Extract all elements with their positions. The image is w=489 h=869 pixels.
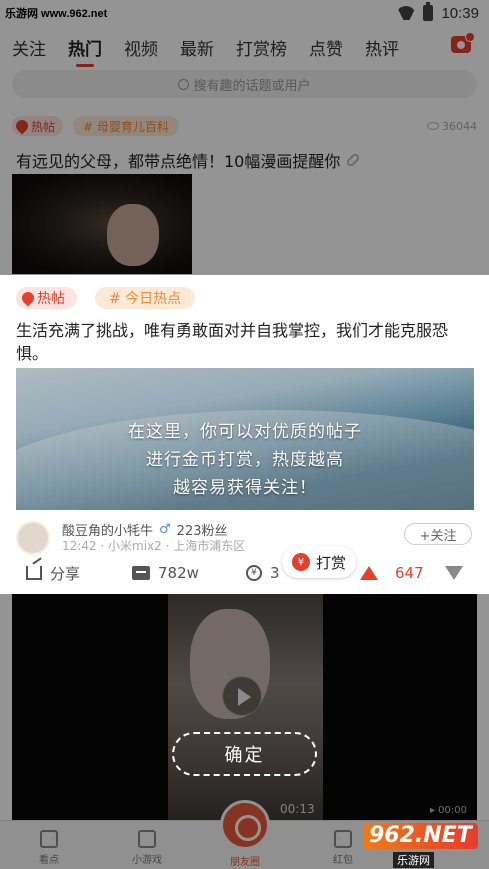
avatar[interactable] — [16, 521, 50, 555]
post1-badges: 热帖 # 母婴育儿百科 36044 — [12, 115, 477, 137]
link-icon — [345, 152, 362, 168]
watermark-bottom-right: 962.NET 乐游网 — [363, 823, 483, 868]
hot-badge: 热帖 — [12, 116, 64, 136]
thumbnail-face — [107, 204, 159, 266]
watermark-top-left: 乐游网 www.962.net — [2, 4, 111, 22]
post2-title[interactable]: 生活充满了挑战，唯有勇敢面对并自我掌控，我们才能克服恐惧。 — [16, 319, 474, 365]
upvote-button[interactable] — [360, 566, 378, 580]
watermark-logo: 962.NET — [363, 823, 478, 849]
gamepad-icon — [138, 830, 156, 848]
topic-badge[interactable]: # 今日热点 — [95, 287, 196, 309]
post1-title-row[interactable]: 有远见的父母，都带点绝情！10幅漫画提醒你 — [16, 148, 362, 172]
video-duration: ▸ 00:00 — [429, 805, 467, 816]
search-placeholder: 搜有趣的话题或用户 — [193, 78, 311, 94]
redpacket-icon — [334, 830, 352, 848]
share-label: 分享 — [50, 564, 81, 583]
camera-icon[interactable] — [451, 32, 475, 53]
author-row: 酸豆角的小牦牛 ♂ 223粉丝 12:42 · 小米mix2 · 上海市浦东区 … — [16, 519, 474, 555]
tab-follow[interactable]: 关注 — [12, 35, 46, 60]
view-count: 36044 — [427, 120, 477, 133]
post2-badges: 热帖 # 今日热点 — [16, 287, 473, 309]
share-button[interactable]: 分享 — [26, 563, 80, 584]
tab-hot[interactable]: 热门 — [68, 35, 102, 67]
video-time: 00:13 — [280, 802, 315, 816]
comment-icon — [132, 566, 150, 580]
play-icon[interactable] — [222, 676, 262, 716]
flame-icon — [19, 289, 37, 307]
downvote-button[interactable] — [445, 566, 463, 580]
clock: 10:39 — [441, 4, 479, 22]
eye-icon — [427, 122, 439, 130]
post1-thumbnail[interactable] — [12, 174, 192, 274]
nav-item-kandian[interactable]: 看点 — [0, 821, 98, 869]
status-right: 10:39 — [397, 2, 479, 23]
view-count-value: 36044 — [442, 119, 477, 133]
video-player[interactable]: 00:13 ▸ 00:00 — [12, 594, 477, 820]
tab-reward-rank[interactable]: 打赏榜 — [236, 35, 287, 60]
nav-item-moments[interactable] — [220, 800, 270, 850]
topic-badge[interactable]: # 母婴育儿百科 — [73, 116, 179, 136]
hot-badge-label: 热帖 — [31, 119, 56, 134]
vote-count: 647 — [395, 564, 424, 582]
post2-image[interactable]: 在这里，你可以对优质的帖子 进行金币打赏，热度越高 越容易获得关注！ — [16, 368, 474, 510]
post-meta: 12:42 · 小米mix2 · 上海市浦东区 — [62, 539, 246, 553]
reward-label: 打赏 — [315, 553, 346, 572]
post1-title: 有远见的父母，都带点绝情！10幅漫画提醒你 — [16, 152, 341, 171]
nav-label-moments: 朋友圈 — [230, 857, 260, 868]
guide-caption-line2: 进行金币打赏，热度越高 — [146, 450, 344, 470]
kandian-icon — [40, 830, 58, 848]
nav-label: 看点 — [39, 855, 59, 866]
follow-button[interactable]: +关注 — [404, 523, 472, 545]
upvote-icon — [360, 566, 378, 580]
confirm-button[interactable]: 确定 — [172, 732, 317, 776]
reward-button[interactable]: ¥ 打赏 — [282, 539, 356, 578]
search-bar[interactable]: 搜有趣的话题或用户 — [12, 70, 477, 98]
category-tabs: 关注 热门 视频 最新 打赏榜 点赞 热评 — [0, 30, 489, 67]
search-icon — [178, 78, 190, 90]
nav-item-games[interactable]: 小游戏 — [98, 821, 196, 869]
guide-caption-line3: 越容易获得关注！ — [173, 478, 317, 498]
status-bar: 乐游网 www.962.net 10:39 — [0, 0, 489, 26]
coin-icon: ¥ — [246, 565, 262, 581]
action-bar: 分享 782w ¥ 3 647 — [0, 558, 489, 588]
watermark-site: 乐游网 — [393, 852, 434, 868]
yen-icon: ¥ — [291, 553, 310, 571]
tab-hot-comments[interactable]: 热评 — [365, 35, 399, 60]
hot-badge-label: 热帖 — [37, 291, 65, 307]
coin-button[interactable]: ¥ 3 — [246, 564, 280, 582]
coin-count: 3 — [270, 564, 280, 582]
downvote-icon — [445, 566, 463, 580]
tab-likes[interactable]: 点赞 — [309, 35, 343, 60]
nav-label: 红包 — [333, 855, 353, 866]
tab-video[interactable]: 视频 — [124, 35, 158, 60]
male-icon: ♂ — [159, 522, 171, 537]
guide-caption: 在这里，你可以对优质的帖子 进行金币打赏，热度越高 越容易获得关注！ — [16, 418, 474, 502]
nav-label: 小游戏 — [132, 855, 162, 866]
comment-button[interactable]: 782w — [132, 564, 199, 582]
tab-latest[interactable]: 最新 — [180, 35, 214, 60]
battery-icon — [423, 2, 434, 21]
share-icon — [26, 566, 42, 580]
hot-badge: 热帖 — [16, 287, 77, 309]
guide-caption-line1: 在这里，你可以对优质的帖子 — [128, 422, 362, 442]
wifi-icon — [397, 6, 415, 20]
flame-icon — [13, 117, 31, 135]
highlighted-post-card: 热帖 # 今日热点 生活充满了挑战，唯有勇敢面对并自我掌控，我们才能克服恐惧。 … — [0, 275, 489, 594]
comment-count: 782w — [158, 564, 199, 582]
